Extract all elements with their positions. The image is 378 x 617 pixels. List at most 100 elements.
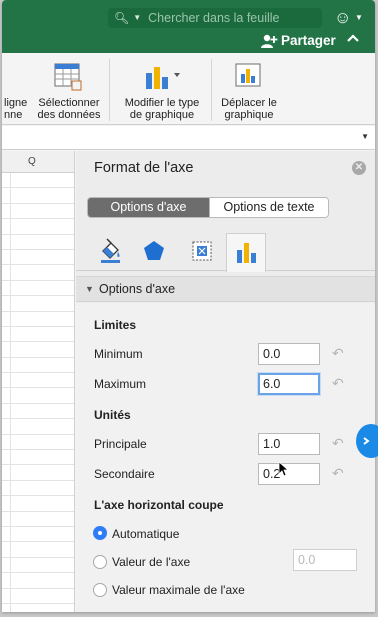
formula-bar-expand-icon[interactable]: ▼: [361, 132, 369, 141]
mouse-pointer-icon: [278, 461, 290, 477]
radio-max-axis-value[interactable]: [93, 583, 107, 597]
grid-row[interactable]: [2, 435, 74, 451]
search-sheet-input[interactable]: 🔍︎ ▼ Chercher dans la feuille: [108, 8, 322, 28]
grid-row[interactable]: [2, 265, 74, 281]
effects-pentagon-icon: [144, 241, 164, 260]
grid-row[interactable]: [2, 465, 74, 481]
grid-row[interactable]: [2, 312, 74, 327]
grid-row[interactable]: [2, 327, 74, 343]
maximum-field[interactable]: 6.0: [258, 373, 320, 395]
ribbon-partial-button[interactable]: ligne nne: [4, 97, 27, 121]
share-button[interactable]: Partager: [260, 33, 336, 48]
segment-axis-options[interactable]: Options d'axe: [88, 198, 209, 217]
move-chart-label-2: graphique: [224, 109, 274, 121]
grid-row[interactable]: [2, 496, 74, 512]
minimum-label: Minimum: [94, 347, 143, 361]
grid-row[interactable]: [2, 219, 74, 235]
grid-row[interactable]: [2, 450, 74, 466]
horizontal-axis-crosses-heading: L'axe horizontal coupe: [94, 498, 224, 512]
select-data-label-2: des données: [37, 109, 101, 121]
column-header-q[interactable]: Q: [2, 151, 74, 173]
search-placeholder: Chercher dans la feuille: [148, 11, 280, 25]
maximum-reset-icon[interactable]: ↶: [332, 375, 344, 392]
move-chart-button[interactable]: Déplacer le graphique: [216, 97, 282, 121]
units-heading: Unités: [94, 408, 131, 422]
minor-unit-label: Secondaire: [94, 467, 155, 481]
grid-rows: [2, 173, 74, 604]
ribbon-toolbar: ligne nne Sélectionner des données Modif…: [2, 53, 375, 125]
tab-effects[interactable]: [134, 233, 174, 271]
minor-unit-reset-icon[interactable]: ↶: [332, 465, 344, 482]
grid-row[interactable]: [2, 235, 74, 250]
grid-row[interactable]: [2, 481, 74, 497]
tab-axis-options[interactable]: [226, 233, 266, 272]
change-chart-type-label-2: de graphique: [129, 109, 195, 121]
major-unit-reset-icon[interactable]: ↶: [332, 435, 344, 452]
floating-help-button[interactable]: [356, 424, 378, 458]
ribbon-partial-label-1: ligne: [4, 97, 28, 109]
major-unit-label: Principale: [94, 437, 147, 451]
axis-value-field[interactable]: 0.0: [293, 549, 357, 571]
size-properties-icon: [192, 241, 212, 261]
fill-line-icon: [101, 238, 120, 263]
radio-automatic[interactable]: [93, 526, 107, 540]
change-chart-type-icon: [146, 67, 180, 89]
search-icon: 🔍︎: [114, 11, 130, 25]
radio-axis-value[interactable]: [93, 555, 107, 569]
maximum-label: Maximum: [94, 377, 147, 391]
search-dropdown-caret-icon: ▼: [133, 13, 142, 22]
move-chart-label-1: Déplacer le: [221, 97, 277, 109]
grid-row[interactable]: [2, 358, 74, 374]
smiley-feedback-icon[interactable]: ☺: [334, 8, 351, 28]
axis-options-body: Limites Minimum 0.0 ↶ Maximum 6.0 ↶ Unit…: [76, 303, 375, 612]
spreadsheet-grid[interactable]: Q: [2, 151, 75, 612]
radio-axis-value-label: Valeur de l'axe: [112, 555, 191, 569]
tab-fill-line[interactable]: [90, 233, 130, 271]
segment-text-options[interactable]: Options de texte: [209, 198, 328, 217]
axis-options-section-header[interactable]: ▼ Options d'axe: [76, 276, 375, 302]
minimum-field[interactable]: 0.0: [258, 343, 320, 365]
move-chart-icon: [235, 63, 261, 87]
grid-row[interactable]: [2, 342, 74, 358]
panel-close-icon[interactable]: ✕: [352, 161, 366, 175]
minimum-reset-icon[interactable]: ↶: [332, 345, 344, 362]
select-data-button[interactable]: Sélectionner des données: [37, 97, 101, 121]
grid-column-line: [10, 173, 11, 612]
radio-max-axis-value-label: Valeur maximale de l'axe: [112, 583, 245, 597]
grid-row[interactable]: [2, 419, 74, 435]
limits-heading: Limites: [94, 318, 137, 332]
collapse-ribbon-chevron-up-icon[interactable]: [347, 30, 359, 46]
grid-row[interactable]: [2, 542, 74, 558]
excel-window: 🔍︎ ▼ Chercher dans la feuille ☺ ▼ Partag…: [2, 0, 375, 612]
ribbon-separator: [109, 59, 110, 121]
grid-row[interactable]: [2, 250, 74, 266]
tab-size-properties[interactable]: [182, 233, 222, 271]
panel-title: Format de l'axe: [94, 160, 194, 176]
grid-row[interactable]: [2, 589, 74, 604]
ribbon-separator: [211, 59, 212, 121]
grid-row[interactable]: [2, 188, 74, 204]
change-chart-type-button[interactable]: Modifier le type de graphique: [116, 97, 208, 121]
axis-options-bar-icon: [237, 243, 256, 263]
grid-row[interactable]: [2, 527, 74, 543]
grid-row[interactable]: [2, 512, 74, 527]
major-unit-field[interactable]: 1.0: [258, 433, 320, 455]
select-data-label-1: Sélectionner: [38, 97, 100, 109]
grid-row[interactable]: [2, 296, 74, 312]
grid-row[interactable]: [2, 388, 74, 404]
radio-automatic-label: Automatique: [112, 527, 180, 541]
grid-row[interactable]: [2, 404, 74, 420]
formula-bar[interactable]: ▼: [2, 126, 375, 150]
grid-row[interactable]: [2, 173, 74, 189]
grid-row[interactable]: [2, 573, 74, 589]
collapse-triangle-icon: ▼: [85, 284, 94, 294]
grid-row[interactable]: [2, 373, 74, 389]
grid-row[interactable]: [2, 281, 74, 297]
smiley-dropdown-caret-icon[interactable]: ▼: [355, 13, 363, 22]
share-person-icon: [261, 34, 278, 48]
grid-row[interactable]: [2, 558, 74, 574]
share-label: Partager: [281, 33, 336, 48]
section-title: Options d'axe: [99, 282, 176, 296]
grid-row[interactable]: [2, 204, 74, 220]
title-bar: 🔍︎ ▼ Chercher dans la feuille ☺ ▼ Partag…: [2, 0, 375, 53]
